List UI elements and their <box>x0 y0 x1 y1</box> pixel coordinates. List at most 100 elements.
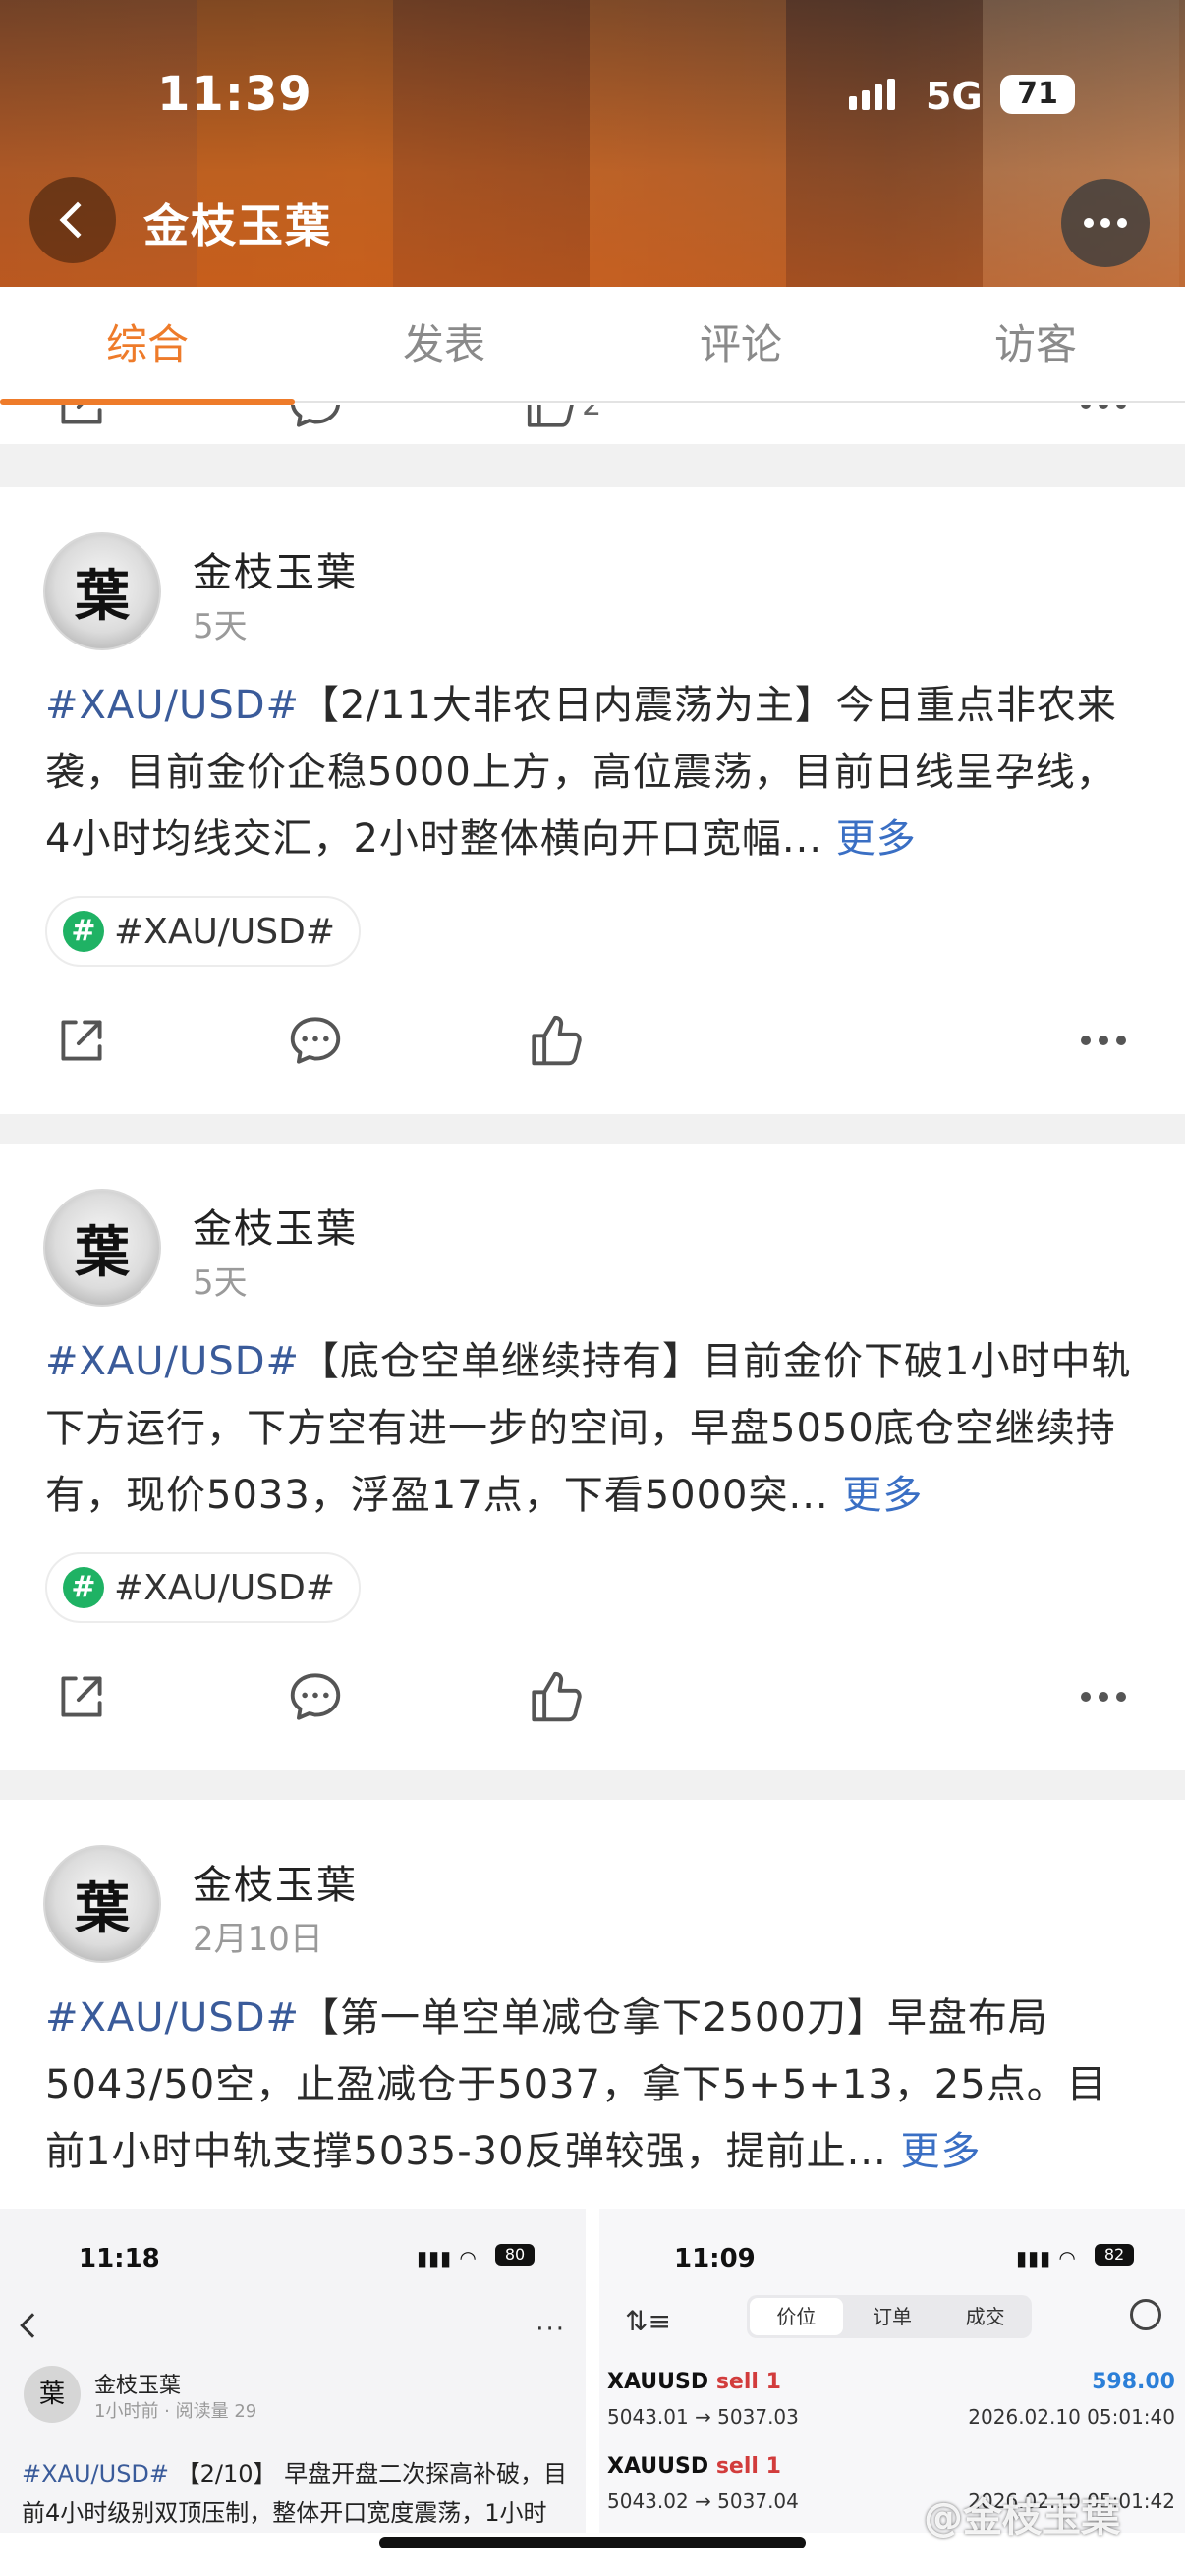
topic-chip[interactable]: # #XAU/USD# <box>45 896 362 967</box>
thumb-status-time: 11:09 <box>674 2244 756 2273</box>
post-card[interactable]: 葉 金枝玉葉 5天 #XAU/USD#【底仓空单继续持有】目前金价下破1小时中轨… <box>0 1144 1185 1770</box>
post-actions <box>0 1623 1185 1770</box>
tab-comments[interactable]: 评论 <box>593 287 888 403</box>
post-actions <box>0 967 1185 1114</box>
status-time: 11:39 <box>157 67 312 122</box>
more-dots-icon <box>1084 218 1094 228</box>
clock-icon <box>1130 2299 1161 2330</box>
post-hashtag[interactable]: #XAU/USD# <box>45 683 300 728</box>
tab-visitors[interactable]: 访客 <box>888 287 1183 403</box>
like-button[interactable] <box>521 1006 590 1075</box>
post-hashtag[interactable]: #XAU/USD# <box>45 1995 300 2041</box>
share-icon <box>61 1676 102 1717</box>
post-header: 葉 金枝玉葉 2月10日 <box>0 1800 1185 1977</box>
post-body[interactable]: #XAU/USD#【底仓空单继续持有】目前金价下破1小时中轨下方运行，下方空有进… <box>0 1320 1185 1529</box>
segment-orders: 订单 <box>873 2305 912 2328</box>
share-icon <box>61 1020 102 1061</box>
post-more-button[interactable] <box>1069 1662 1138 1731</box>
post-time: 5天 <box>193 607 248 646</box>
avatar[interactable]: 葉 <box>43 1845 161 1963</box>
topic-label: #XAU/USD# <box>114 1567 336 1608</box>
share-button[interactable] <box>47 1662 116 1731</box>
post-more-button[interactable] <box>1069 1006 1138 1075</box>
home-indicator[interactable] <box>379 2537 806 2548</box>
more-options-button[interactable] <box>1061 179 1150 267</box>
comment-button[interactable] <box>281 1662 350 1731</box>
comment-button[interactable] <box>281 1006 350 1075</box>
post-author[interactable]: 金枝玉葉 <box>193 1853 358 1910</box>
nav-bar: 金枝玉葉 <box>0 173 1185 271</box>
segment-control: 价位 订单 成交 <box>747 2295 1032 2338</box>
avatar[interactable]: 葉 <box>43 1189 161 1307</box>
comment-icon <box>290 405 340 427</box>
signal-icon: ▮▮▮ ◠ <box>417 2246 478 2269</box>
tab-posts[interactable]: 发表 <box>297 287 592 403</box>
read-more-link[interactable]: 更多 <box>836 816 917 862</box>
comment-icon <box>290 1673 341 1720</box>
read-more-link[interactable]: 更多 <box>842 1473 923 1518</box>
trade-symbol: XAUUSD sell 1 <box>607 2454 781 2479</box>
topic-label: #XAU/USD# <box>114 911 336 952</box>
segment-price: 价位 <box>750 2298 843 2335</box>
more-dots-icon: ··· <box>536 2315 566 2344</box>
like-button[interactable] <box>521 1662 590 1731</box>
post-card[interactable]: 葉 金枝玉葉 5天 #XAU/USD#【2/11大非农日内震荡为主】今日重点非农… <box>0 487 1185 1114</box>
hashtag-icon: # <box>63 1567 104 1608</box>
post-hashtag[interactable]: #XAU/USD# <box>45 1339 300 1384</box>
page-title: 金枝玉葉 <box>143 199 332 252</box>
avatar: 葉 <box>24 2366 81 2423</box>
battery-icon: 82 <box>1095 2244 1134 2266</box>
back-button[interactable] <box>29 177 116 263</box>
divider <box>0 444 1185 487</box>
like-count: 2 <box>582 405 601 422</box>
post-card[interactable]: 葉 金枝玉葉 2月10日 #XAU/USD#【第一单空单减仓拿下2500刀】早盘… <box>0 1800 1185 2533</box>
post-body[interactable]: #XAU/USD#【第一单空单减仓拿下2500刀】早盘布局5043/50空，止盈… <box>0 1977 1185 2185</box>
post-more-button[interactable] <box>1069 405 1138 438</box>
chevron-left-icon <box>59 201 96 239</box>
hashtag-icon: # <box>63 911 104 952</box>
comment-button[interactable] <box>281 405 350 438</box>
tab-overview[interactable]: 综合 <box>0 287 295 405</box>
segment-deals: 成交 <box>965 2305 1005 2328</box>
post-time: 5天 <box>193 1263 248 1303</box>
post-image[interactable]: 11:18 ▮▮▮ ◠ 80 ··· 葉 金枝玉葉 1小时前 · 阅读量 29 … <box>0 2209 586 2533</box>
thumbs-up-icon <box>527 405 574 427</box>
post-image[interactable]: 11:09 ▮▮▮ ◠ 82 ⇅≡ 价位 订单 成交 XAUUSD sell 1… <box>599 2209 1185 2533</box>
share-icon <box>61 405 102 424</box>
watermark: @金枝玉葉 <box>924 2495 1120 2541</box>
thumb-author: 金枝玉葉 <box>94 2374 182 2398</box>
thumb-text: #XAU/USD# 【2/10】 早盘开盘二次探高补破，目前4小时级别双顶压制，… <box>22 2460 568 2527</box>
post-time: 2月10日 <box>193 1920 323 1959</box>
sort-icon: ⇅≡ <box>625 2305 671 2337</box>
comment-icon <box>290 1017 341 1064</box>
chevron-left-icon <box>20 2313 45 2338</box>
status-bar: 11:39 5G 71 <box>0 59 1185 130</box>
previous-post-actions: 2 <box>0 405 1185 444</box>
trade-profit: 598.00 <box>1092 2370 1175 2394</box>
battery-icon: 80 <box>495 2244 535 2266</box>
share-button[interactable] <box>47 1006 116 1075</box>
post-body[interactable]: #XAU/USD#【2/11大非农日内震荡为主】今日重点非农来袭，目前金价企稳5… <box>0 664 1185 872</box>
trade-datetime: 2026.02.10 05:01:40 <box>968 2405 1175 2429</box>
more-dots-icon <box>1081 1036 1091 1045</box>
thumbs-up-icon <box>532 1015 582 1066</box>
trade-prices: 5043.01 → 5037.03 <box>607 2405 799 2429</box>
trade-prices: 5043.02 → 5037.04 <box>607 2490 799 2513</box>
network-type: 5G <box>926 75 983 118</box>
like-button[interactable]: 2 <box>521 405 629 438</box>
read-more-link[interactable]: 更多 <box>900 2129 981 2174</box>
more-dots-icon <box>1081 405 1091 409</box>
thumbs-up-icon <box>532 1671 582 1722</box>
thumb-status-time: 11:18 <box>79 2244 160 2273</box>
topic-chip[interactable]: # #XAU/USD# <box>45 1552 362 1623</box>
post-author[interactable]: 金枝玉葉 <box>193 1197 358 1254</box>
signal-icon: ▮▮▮ ◠ <box>1016 2246 1077 2269</box>
post-author[interactable]: 金枝玉葉 <box>193 540 358 597</box>
signal-icon <box>849 79 900 110</box>
avatar[interactable]: 葉 <box>43 532 161 650</box>
thumb-meta: 1小时前 · 阅读量 29 <box>94 2401 257 2422</box>
share-button[interactable] <box>47 405 116 438</box>
divider <box>0 1114 1185 1144</box>
battery-icon: 71 <box>1000 75 1075 114</box>
tab-bar: 综合 发表 评论 访客 <box>0 287 1185 405</box>
